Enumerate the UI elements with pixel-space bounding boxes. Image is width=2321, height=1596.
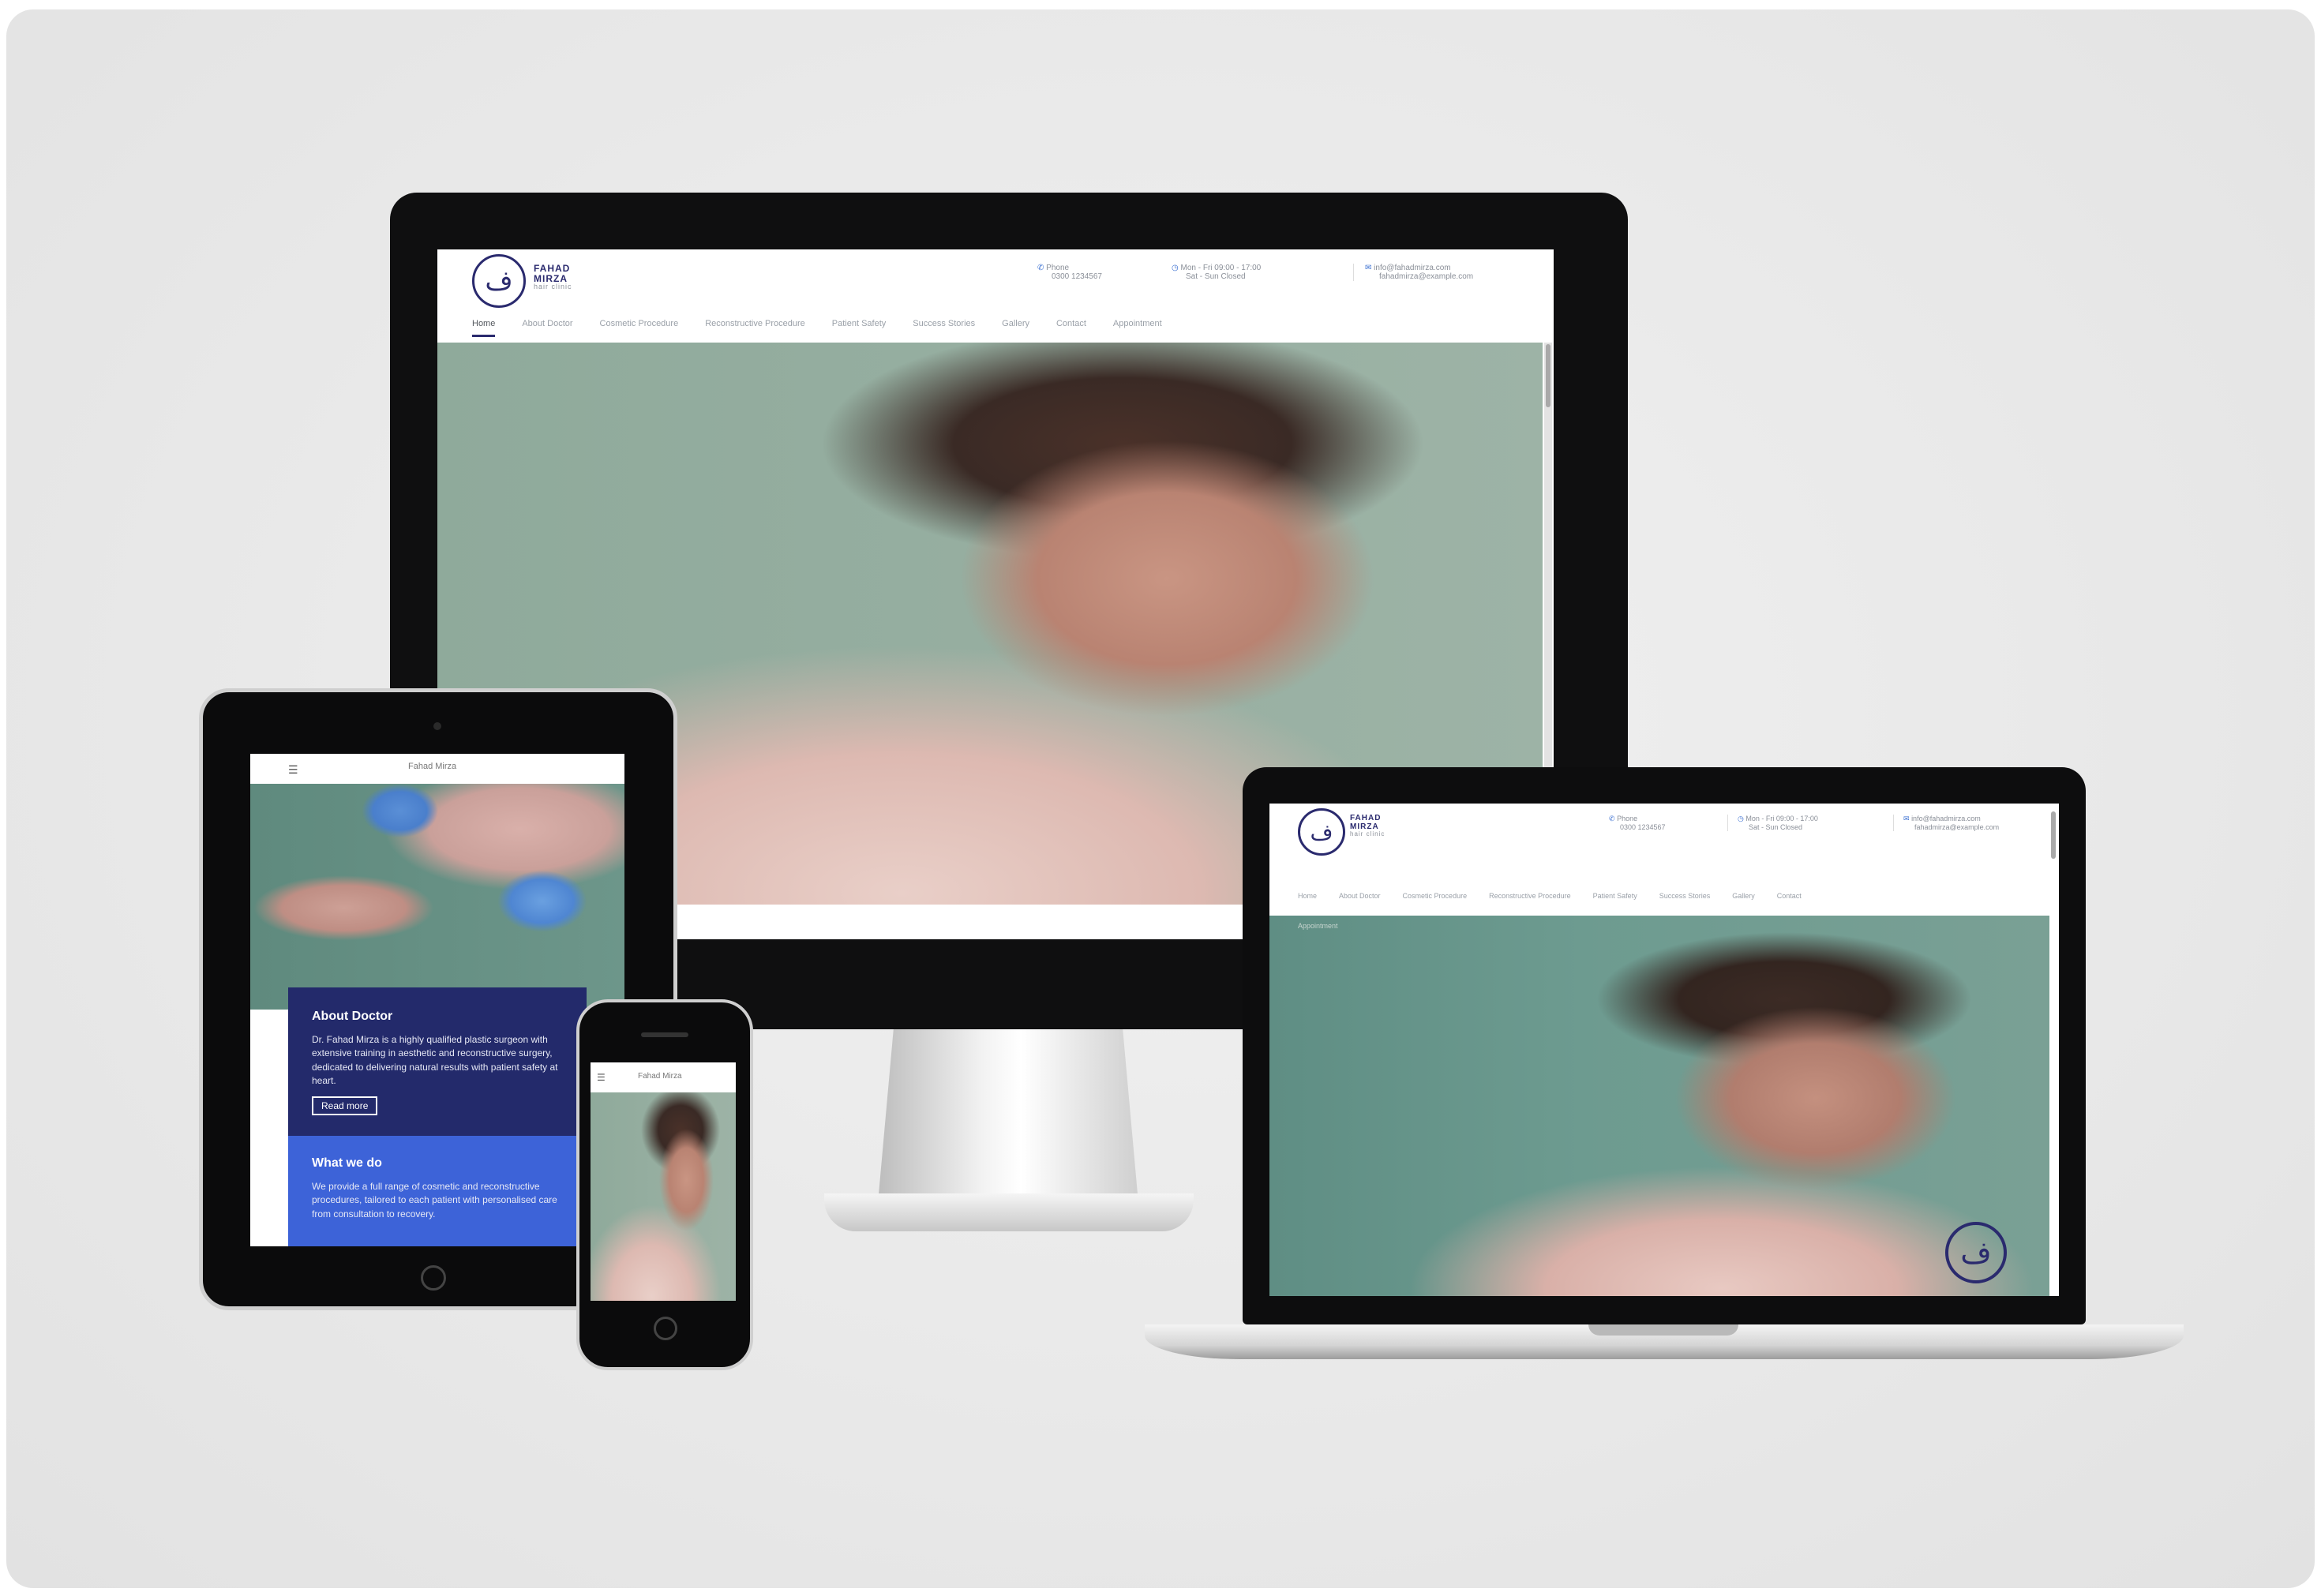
contact-phone[interactable]: ✆ Phone 0300 1234567 [1037,264,1102,281]
phone-header-title: Fahad Mirza [638,1072,682,1081]
clock-icon: ◷ [1172,264,1179,272]
nav-about-doctor[interactable]: About Doctor [522,319,572,337]
laptop-brand-name: FAHAD MIRZA hair clinic [1350,814,1385,837]
nav-patient-safety[interactable]: Patient Safety [832,319,887,337]
monitor-stand [878,1029,1138,1203]
hours-label: Mon - Fri 09:00 - 17:00 [1180,264,1262,272]
tablet-header: ☰ Fahad Mirza [250,754,624,785]
laptop-contact-phone[interactable]: ✆ Phone 0300 1234567 [1609,815,1666,831]
laptop-screen: ف FAHAD MIRZA hair clinic ✆ Phone 0300 1… [1269,804,2059,1296]
email-label: info@fahadmirza.com [1911,815,1981,822]
tablet-camera [433,722,441,730]
phone-icon: ✆ [1037,264,1044,272]
desktop-nav: Home About Doctor Cosmetic Procedure Rec… [472,319,1162,337]
clock-icon: ◷ [1738,815,1744,822]
nav-about-doctor[interactable]: About Doctor [1339,892,1381,900]
email-sub: fahadmirza@example.com [1379,272,1474,281]
laptop-contact-email[interactable]: ✉ info@fahadmirza.com fahadmirza@example… [1893,815,1999,831]
read-more-button[interactable]: Read more [312,1096,378,1115]
mail-icon: ✉ [1903,815,1910,822]
nav-success-stories[interactable]: Success Stories [1659,892,1711,900]
tablet-header-title: Fahad Mirza [408,762,457,771]
phone-home-button[interactable] [654,1317,677,1340]
nav-cosmetic-procedure[interactable]: Cosmetic Procedure [600,319,679,337]
laptop-scrollbar-thumb[interactable] [2051,811,2056,859]
what-we-do-text: We provide a full range of cosmetic and … [312,1181,557,1219]
laptop-lid: ف FAHAD MIRZA hair clinic ✆ Phone 0300 1… [1243,767,2086,1324]
desktop-site-header: ف FAHAD MIRZA hair clinic ✆ Phone 0300 1… [437,249,1554,343]
phone-value: 0300 1234567 [1052,272,1102,281]
phone-label: Phone [1046,264,1070,272]
hamburger-icon[interactable]: ☰ [288,763,298,777]
laptop-nav-appointment[interactable]: Appointment [1298,922,1338,930]
laptop-nav: Home About Doctor Cosmetic Procedure Rec… [1298,892,1802,900]
laptop-contact-hours: ◷ Mon - Fri 09:00 - 17:00 Sat - Sun Clos… [1727,815,1818,831]
showcase-background: ف FAHAD MIRZA hair clinic ✆ Phone 0300 1… [6,9,2315,1588]
tablet-screen: ☰ Fahad Mirza About Doctor Dr. Fahad Mir… [250,754,624,1246]
email-label: info@fahadmirza.com [1374,264,1451,272]
hours-sub: Sat - Sun Closed [1749,823,1803,831]
hamburger-icon[interactable]: ☰ [597,1072,606,1083]
phone-icon: ✆ [1609,815,1615,822]
contact-hours: ◷ Mon - Fri 09:00 - 17:00 Sat - Sun Clos… [1172,264,1261,281]
mail-icon: ✉ [1365,264,1372,272]
laptop-notch [1588,1324,1738,1336]
phone-label: Phone [1617,815,1638,822]
nav-home[interactable]: Home [472,319,496,337]
phone-hero-image [591,1092,736,1301]
what-we-do-title: What we do [312,1156,382,1170]
about-doctor-text: Dr. Fahad Mirza is a highly qualified pl… [312,1034,558,1087]
email-sub: fahadmirza@example.com [1914,823,2000,831]
hours-sub: Sat - Sun Closed [1186,272,1246,281]
what-we-do-card: What we do We provide a full range of co… [288,1136,587,1246]
nav-patient-safety[interactable]: Patient Safety [1593,892,1637,900]
hours-label: Mon - Fri 09:00 - 17:00 [1745,815,1818,822]
phone-value: 0300 1234567 [1620,823,1666,831]
nav-home[interactable]: Home [1298,892,1317,900]
laptop-site-header: ف FAHAD MIRZA hair clinic ✆ Phone 0300 1… [1269,804,2059,916]
nav-reconstructive-procedure[interactable]: Reconstructive Procedure [1489,892,1571,900]
tablet-hero-image [250,784,624,1010]
brand-logo-icon[interactable]: ف [472,254,526,308]
nav-gallery[interactable]: Gallery [1732,892,1755,900]
contact-email[interactable]: ✉ info@fahadmirza.com fahadmirza@example… [1353,264,1473,281]
phone-earpiece [641,1032,688,1037]
nav-gallery[interactable]: Gallery [1002,319,1029,337]
phone-header: ☰ Fahad Mirza [591,1062,736,1092]
brand-name: FAHAD MIRZA hair clinic [534,263,572,291]
nav-appointment[interactable]: Appointment [1113,319,1162,337]
monitor-foot [824,1193,1194,1231]
phone-device: ☰ Fahad Mirza [576,999,753,1370]
nav-cosmetic-procedure[interactable]: Cosmetic Procedure [1403,892,1468,900]
phone-screen: ☰ Fahad Mirza [591,1062,736,1301]
laptop-hero-image [1269,916,2049,1296]
nav-contact[interactable]: Contact [1056,319,1086,337]
laptop-hero-logo-icon: ف [1945,1222,2007,1283]
tablet-home-button[interactable] [421,1265,446,1291]
laptop-logo-icon[interactable]: ف [1298,808,1345,856]
nav-success-stories[interactable]: Success Stories [913,319,975,337]
nav-contact[interactable]: Contact [1777,892,1802,900]
about-doctor-title: About Doctor [312,1010,393,1023]
desktop-scrollbar-thumb[interactable] [1546,344,1550,407]
nav-reconstructive-procedure[interactable]: Reconstructive Procedure [705,319,805,337]
about-doctor-card: About Doctor Dr. Fahad Mirza is a highly… [288,987,587,1136]
